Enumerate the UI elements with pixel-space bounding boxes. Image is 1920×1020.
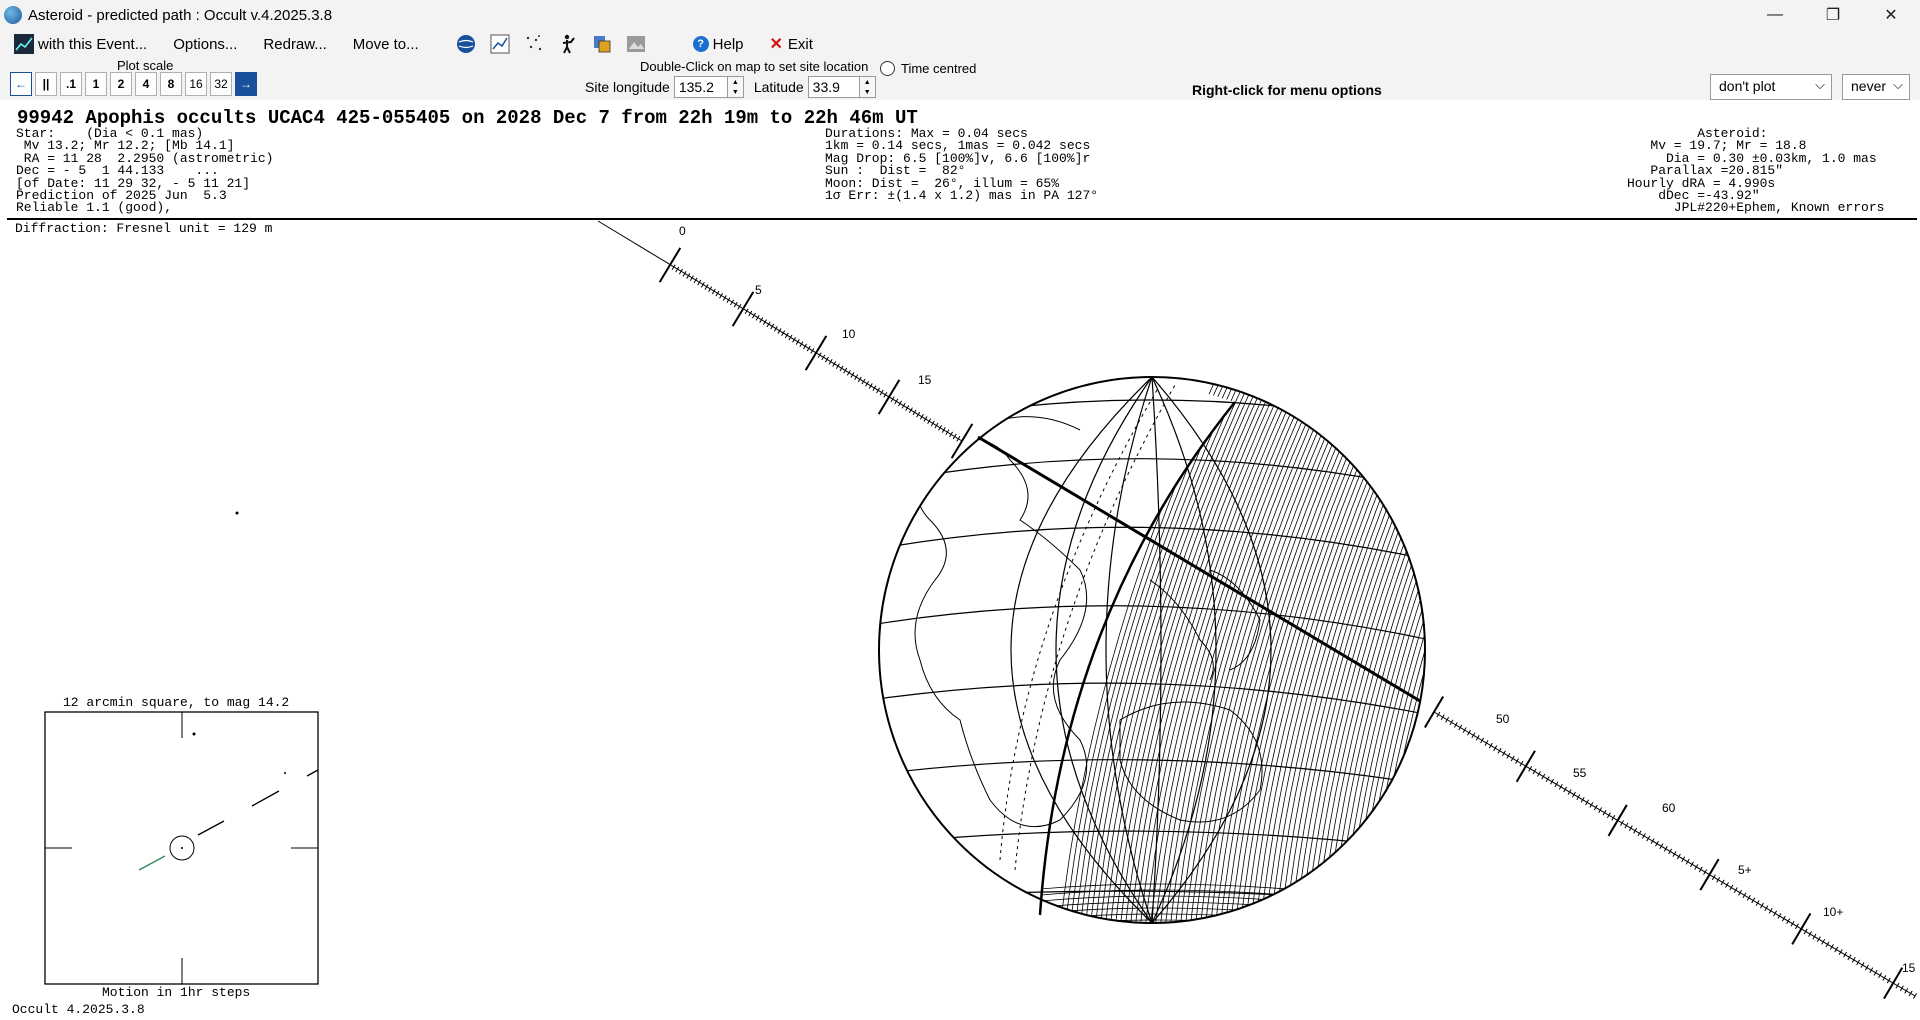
inset-caption: Motion in 1hr steps: [102, 985, 251, 1000]
scale-2-button[interactable]: 2: [110, 72, 132, 96]
site-longitude-spinner[interactable]: ▲ ▼: [727, 76, 744, 98]
step-back-button[interactable]: ←: [10, 72, 32, 96]
plot-select[interactable]: don't plot ⌵: [1710, 74, 1832, 100]
inset-title: 12 arcmin square, to mag 14.2: [63, 695, 290, 710]
plot-select-value: don't plot: [1719, 78, 1776, 94]
window-title: Asteroid - predicted path : Occult v.4.2…: [28, 6, 333, 24]
plot-scale-buttons: ← || .1 1 2 4 8 16 32 →: [10, 72, 260, 96]
latitude-input[interactable]: [807, 76, 860, 98]
window-controls: — ❐ ✕: [1746, 0, 1920, 30]
chart-icon: [14, 34, 34, 54]
version-footer: Occult 4.2025.3.8: [12, 1002, 145, 1017]
map-canvas: 0 5 10 15 50 55 60 5+ 10+ 15: [44, 220, 1917, 1000]
scale-16-button[interactable]: 16: [185, 72, 207, 96]
scale-1-button[interactable]: 1: [85, 72, 107, 96]
track-label-15plus: 15: [1902, 961, 1916, 975]
options-menu[interactable]: Options...: [167, 36, 243, 53]
never-select-value: never: [1851, 78, 1887, 94]
pause-button[interactable]: ||: [35, 72, 57, 96]
star-chart-inset: [44, 711, 319, 985]
help-label: Help: [712, 35, 744, 53]
track-label-15: 15: [918, 373, 932, 387]
help-menu[interactable]: ? Help: [687, 36, 750, 53]
track-label-55: 55: [1573, 766, 1587, 780]
exit-label: Exit: [787, 35, 813, 53]
world-map-icon[interactable]: [455, 33, 477, 55]
time-centred-label: Time centred: [901, 61, 977, 76]
chevron-down-icon: ⌵: [1893, 77, 1903, 92]
track-label-10: 10: [842, 327, 856, 341]
time-centred-radio[interactable]: [880, 61, 895, 76]
event-menu-label: with this Event...: [38, 35, 148, 53]
image-icon[interactable]: [625, 33, 647, 55]
latitude-spinner[interactable]: ▲ ▼: [859, 76, 876, 98]
site-longitude-label: Site longitude: [585, 79, 670, 95]
star-chart-icon[interactable]: [523, 33, 545, 55]
close-icon: ✕: [769, 36, 783, 53]
right-click-hint: Right-click for menu options: [1192, 82, 1382, 98]
redraw-menu[interactable]: Redraw...: [257, 36, 332, 53]
observer-icon[interactable]: [557, 33, 579, 55]
path-map[interactable]: 99942 Apophis occults UCAC4 425-055405 o…: [0, 100, 1920, 1020]
track-label-5: 5: [755, 283, 762, 297]
site-longitude-input[interactable]: [673, 76, 728, 98]
plot-toolbar: Plot scale ← || .1 1 2 4 8 16 32 → Doubl…: [0, 58, 1920, 100]
never-select[interactable]: never ⌵: [1842, 74, 1910, 100]
star-dot: [235, 511, 239, 515]
track-label-10plus: 10+: [1823, 905, 1843, 919]
track-label-60: 60: [1662, 801, 1676, 815]
double-click-hint: Double-Click on map to set site location: [640, 59, 869, 74]
scale-32-button[interactable]: 32: [210, 72, 232, 96]
minimize-button[interactable]: —: [1746, 0, 1804, 30]
menu-bar: with this Event... Options... Redraw... …: [0, 30, 1920, 58]
track-label-50: 50: [1496, 712, 1510, 726]
time-centred-option[interactable]: Time centred: [880, 61, 976, 76]
close-button[interactable]: ✕: [1862, 0, 1920, 30]
scale-8-button[interactable]: 8: [160, 72, 182, 96]
moveto-menu[interactable]: Move to...: [347, 36, 425, 53]
earth-globe: [878, 376, 1426, 924]
step-forward-button[interactable]: →: [235, 72, 257, 96]
copy-icon[interactable]: [591, 33, 613, 55]
help-icon: ?: [692, 36, 709, 52]
latitude-label: Latitude: [753, 79, 804, 95]
title-bar: Asteroid - predicted path : Occult v.4.2…: [0, 0, 1920, 30]
event-menu[interactable]: with this Event...: [8, 34, 153, 54]
site-location-row: Site longitude ▲▼ Latitude ▲▼: [585, 76, 886, 98]
plot-scale-label: Plot scale: [117, 58, 174, 73]
plot-icon[interactable]: [489, 33, 511, 55]
chevron-down-icon: ⌵: [1815, 77, 1825, 92]
scale-4-button[interactable]: 4: [135, 72, 157, 96]
globe-icon: [4, 6, 22, 24]
track-label-0: 0: [679, 224, 686, 238]
restore-button[interactable]: ❐: [1804, 0, 1862, 30]
scale-0.1-button[interactable]: .1: [60, 72, 82, 96]
track-label-5plus: 5+: [1738, 863, 1752, 877]
exit-menu[interactable]: ✕ Exit: [764, 34, 819, 54]
